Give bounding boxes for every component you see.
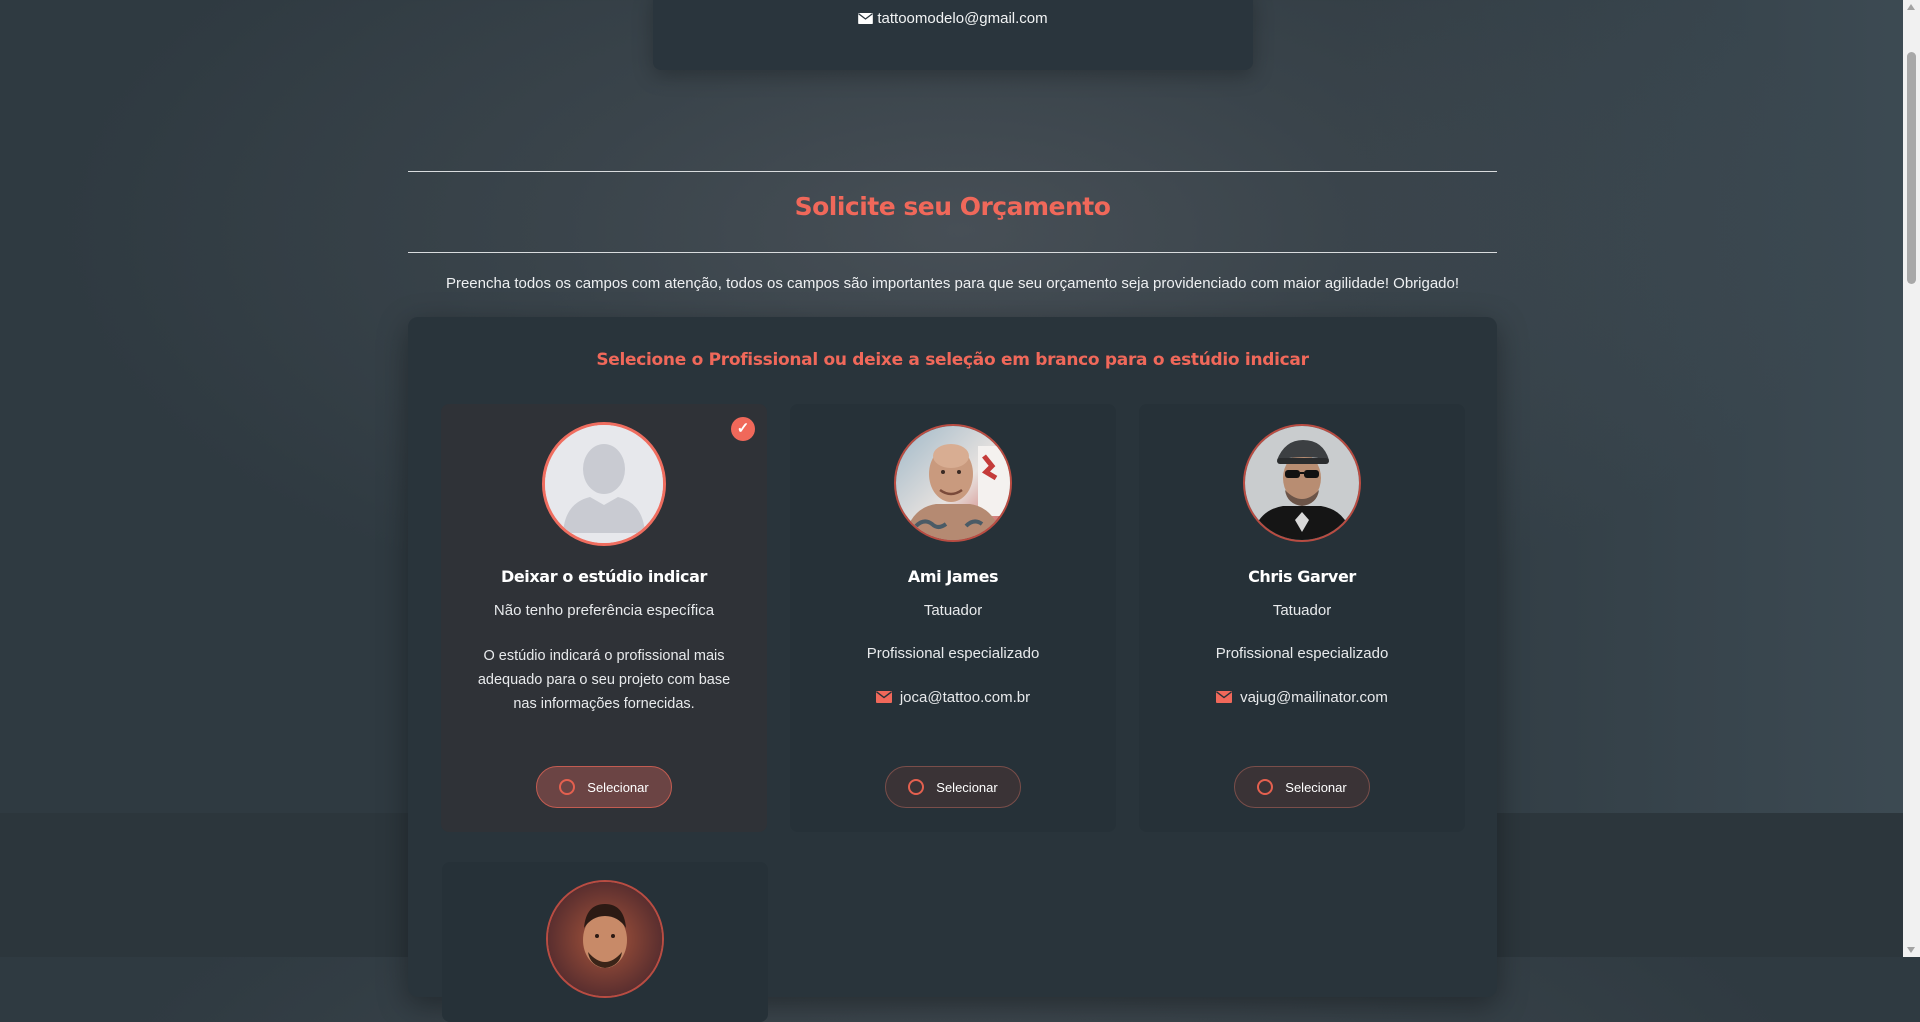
professional-role: Tatuador [923,602,983,619]
professional-specialty: Profissional especializado [1215,645,1389,662]
professional-email[interactable]: joca@tattoo.com.br [900,689,1030,706]
section-subtitle: Preencha todos os campos com atenção, to… [445,275,1460,292]
default-avatar-icon [542,422,666,546]
chris-garver-avatar [1243,424,1361,542]
radio-icon [559,779,576,795]
ami-james-avatar [894,424,1012,542]
professional-email[interactable]: vajug@mailinator.com [1240,689,1388,706]
panel-title: Selecione o Profissional ou deixe a sele… [596,350,1309,370]
select-studio-button[interactable]: Selecionar [536,766,672,808]
professional-name: Ami James [907,567,999,586]
select-button-label: Selecionar [1285,779,1347,795]
select-ami-james-button[interactable]: Selecionar [885,766,1021,808]
professional-name: Deixar o estúdio indicar [500,567,708,586]
vertical-scrollbar[interactable] [1903,0,1920,957]
professional-card-partial[interactable] [442,862,768,1022]
contact-card: tattoomodelo@gmail.com [653,0,1253,70]
contact-email[interactable]: tattoomodelo@gmail.com [877,10,1047,27]
select-button-label: Selecionar [587,779,649,795]
professional-role: Não tenho preferência específica [493,602,715,619]
professional-card-chris-garver[interactable]: Chris Garver Tatuador Profissional espec… [1139,404,1465,832]
section-divider-bottom [408,252,1497,253]
radio-icon [1257,779,1274,795]
envelope-icon [875,691,892,703]
envelope-icon [858,13,874,24]
radio-icon [908,779,925,795]
professional-description: O estúdio indicará o profissional mais a… [477,648,731,712]
scroll-down-arrow-icon[interactable] [1907,947,1915,953]
professional-avatar [546,880,664,998]
professional-name: Chris Garver [1248,567,1356,586]
envelope-icon [1216,691,1233,703]
professional-selection-panel: Selecione o Profissional ou deixe a sele… [408,317,1497,1022]
select-button-label: Selecionar [936,779,998,795]
check-icon: ✓ [731,417,755,441]
scroll-up-arrow-icon[interactable] [1907,4,1915,10]
scrollbar-thumb[interactable] [1907,52,1916,284]
contact-email-line: tattoomodelo@gmail.com [653,10,1253,27]
professional-card-studio[interactable]: ✓ Deixar o estúdio indicar Não tenho pre… [441,404,767,832]
section-title: Solicite seu Orçamento [794,192,1111,221]
professional-card-ami-james[interactable]: Ami James Tatuador Profissional especial… [790,404,1116,832]
professional-role: Tatuador [1272,602,1332,619]
select-chris-garver-button[interactable]: Selecionar [1234,766,1370,808]
section-divider-top [408,171,1497,172]
professional-email-line: vajug@mailinator.com [1139,689,1465,706]
professional-email-line: joca@tattoo.com.br [790,689,1116,706]
professional-specialty: Profissional especializado [866,645,1040,662]
